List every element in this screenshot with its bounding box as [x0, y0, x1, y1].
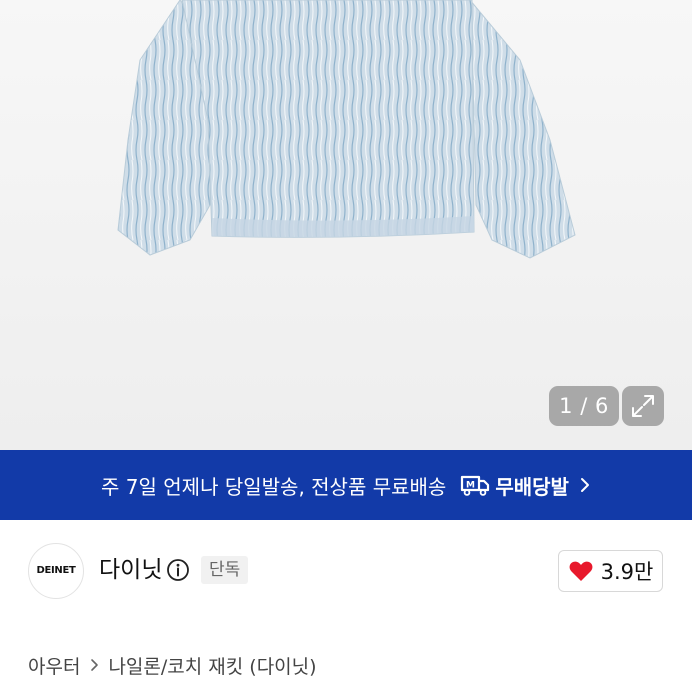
image-counter: 1 / 6: [549, 386, 619, 426]
breadcrumb: 아우터 나일론/코치 재킷 (다이닛): [28, 650, 317, 680]
breadcrumb-subcategory[interactable]: 나일론/코치 재킷 (다이닛): [108, 652, 316, 679]
svg-text:M: M: [466, 481, 475, 491]
expand-icon: [632, 395, 654, 417]
product-image-jacket: [117, 0, 576, 259]
exclusive-badge: 단독: [201, 556, 249, 584]
shipping-banner[interactable]: 주 7일 언제나 당일발송, 전상품 무료배송 M 무배당발: [0, 450, 692, 520]
brand-name[interactable]: 다이닛: [99, 555, 162, 585]
delivery-badge-label: 무배당발: [495, 474, 569, 499]
product-image-gallery[interactable]: 1 / 6: [0, 0, 692, 450]
shipping-banner-text: 주 7일 언제나 당일발송, 전상품 무료배송: [101, 474, 447, 499]
delivery-truck-icon: M: [461, 475, 490, 496]
like-count: 3.9만: [600, 560, 654, 584]
info-icon[interactable]: [166, 558, 190, 582]
brand-row: DEINET 다이닛 단독 3.9만: [0, 520, 692, 620]
heart-icon: [569, 561, 593, 581]
breadcrumb-category[interactable]: 아우터: [28, 652, 80, 679]
expand-button[interactable]: [622, 386, 664, 426]
chevron-right-icon: [579, 476, 591, 494]
brand-logo[interactable]: DEINET: [28, 543, 84, 599]
chevron-right-icon: [90, 657, 100, 673]
delivery-badge: M 무배당발: [460, 471, 569, 500]
like-button[interactable]: 3.9만: [558, 550, 663, 592]
